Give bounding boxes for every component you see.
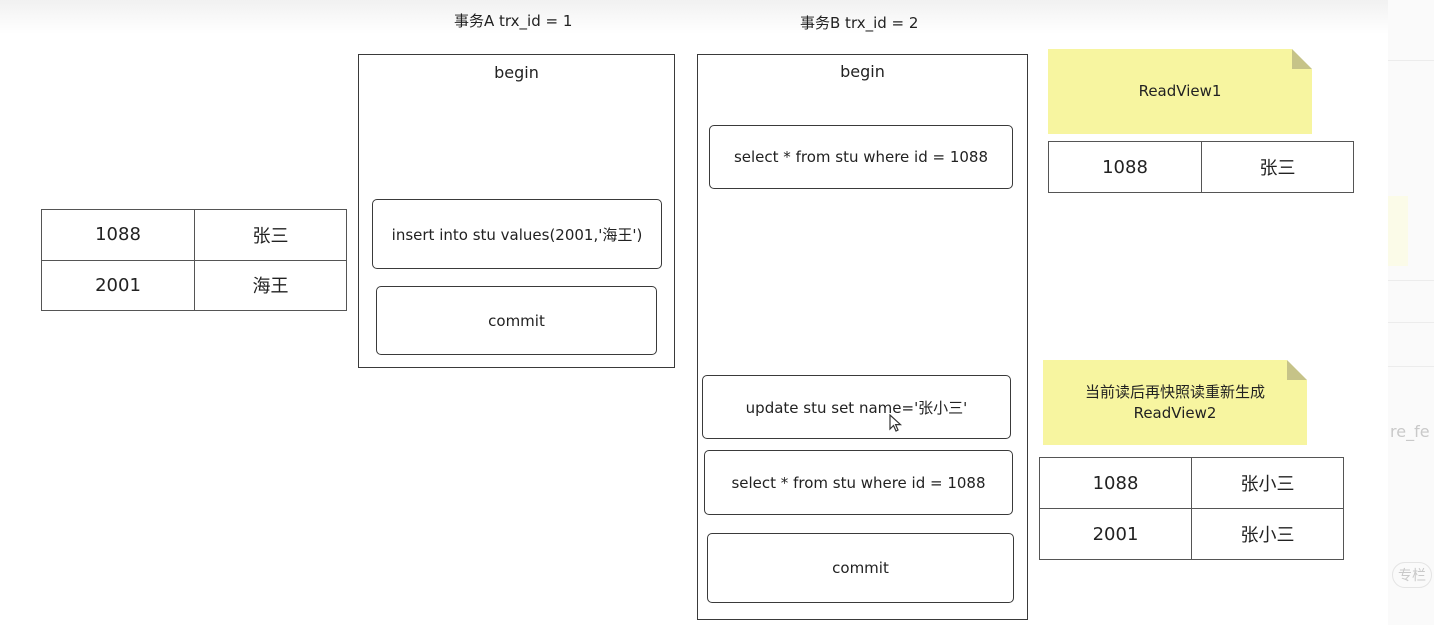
transaction-a-begin: begin [494,63,539,82]
table-row: 2001 海王 [41,259,347,311]
transaction-b-update: update stu set name='张小三' [702,375,1011,439]
transaction-a-commit: commit [376,286,657,355]
note-fold-corner [1292,49,1312,69]
readview2-note: 当前读后再快照读重新生成 ReadView2 [1043,360,1307,445]
table-row: 2001 张小三 [1039,508,1344,560]
transaction-a-title: 事务A trx_id = 1 [454,12,573,30]
table-cell-name: 张小三 [1191,508,1344,560]
table-cell-id: 2001 [41,259,195,311]
bg-column-button[interactable]: 专栏 [1392,562,1432,588]
table-cell-name: 张三 [194,209,347,261]
readview1-note-text: ReadView1 [1138,82,1222,100]
table-row: 1088 张三 [41,209,347,261]
bg-partial-text: re_fe [1390,422,1430,441]
table-row: 1088 张小三 [1039,457,1344,509]
table-cell-name: 海王 [194,259,347,311]
readview2-table: 1088 张小三 2001 张小三 [1039,457,1344,560]
table-cell-id: 1088 [1048,141,1202,193]
readview2-note-line2: ReadView2 [1133,403,1217,422]
table-cell-name: 张小三 [1191,457,1344,509]
readview2-note-line1: 当前读后再快照读重新生成 [1084,382,1265,401]
transaction-b-select-2: select * from stu where id = 1088 [704,450,1013,515]
faded-note-ghost [1388,196,1408,266]
table-cell-id: 2001 [1039,508,1192,560]
table-row: 1088 张三 [1048,141,1354,193]
readview1-table: 1088 张三 [1048,141,1354,193]
transaction-b-select-1: select * from stu where id = 1088 [709,125,1013,189]
readview1-note: ReadView1 [1048,49,1312,134]
note-fold-corner [1287,360,1307,380]
transaction-b-commit: commit [707,533,1014,603]
table-cell-name: 张三 [1201,141,1354,193]
transaction-b-begin: begin [840,62,885,81]
transaction-a-insert: insert into stu values(2001,'海王') [372,199,662,269]
top-shade [0,0,1434,34]
mouse-cursor-icon [889,413,903,438]
background-page-edge: re_fe 专栏 [1388,0,1434,625]
base-table: 1088 张三 2001 海王 [41,209,347,311]
table-cell-id: 1088 [41,209,195,261]
bg-divider [1388,366,1434,367]
transaction-b-title: 事务B trx_id = 2 [800,14,919,32]
bg-divider [1388,322,1434,323]
bg-divider [1388,280,1434,281]
table-cell-id: 1088 [1039,457,1192,509]
bg-divider [1388,60,1434,61]
